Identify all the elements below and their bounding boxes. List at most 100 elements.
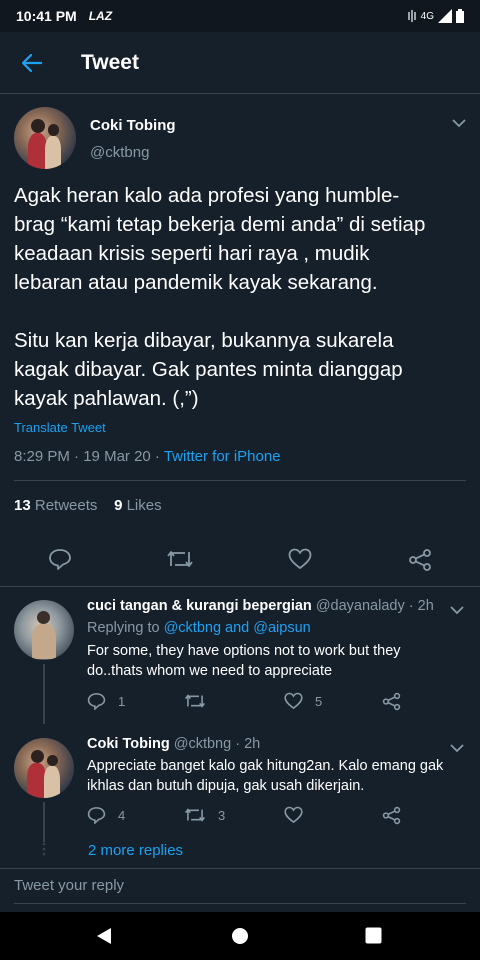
vibrate-icon: [408, 10, 416, 22]
likes-stat[interactable]: 9 Likes: [114, 497, 162, 514]
tweet-line: lebaran atau pandemik kayak sekarang.: [14, 271, 378, 294]
nav-back-button[interactable]: [96, 927, 112, 950]
tweet-stats: 13 Retweets 9 Likes: [14, 497, 162, 514]
chevron-down-icon: [450, 744, 464, 753]
reply-icon: [49, 549, 71, 570]
retweet-icon: [167, 551, 193, 567]
avatar[interactable]: [14, 600, 74, 660]
system-nav-bar: [0, 912, 480, 960]
network-type: 4G: [420, 10, 434, 22]
square-recents-icon: [365, 927, 382, 944]
reply-time: 2h: [244, 736, 261, 752]
retweets-count: 13: [14, 497, 31, 514]
back-button[interactable]: [0, 32, 64, 94]
translate-tweet-link[interactable]: Translate Tweet: [14, 420, 106, 435]
avatar[interactable]: [14, 107, 76, 169]
tweet-line: Agak heran kalo ada profesi yang humble-: [14, 184, 400, 207]
reply-menu-button[interactable]: [450, 602, 464, 620]
tweet-date: 19 Mar 20: [83, 448, 151, 465]
tweet-line: kagak dibayar. Gak pantes minta dianggap: [14, 358, 403, 381]
share-button[interactable]: [408, 548, 432, 572]
more-replies-link[interactable]: 2 more replies: [88, 842, 183, 859]
reply-icon: [87, 693, 106, 710]
nav-home-button[interactable]: [231, 927, 249, 950]
share-icon: [409, 549, 431, 571]
tweet-line: Situ kan kerja dibayar, bukannya sukarel…: [14, 329, 394, 352]
share-button[interactable]: [382, 692, 401, 711]
reply-icon: [87, 807, 106, 824]
carrier-label: LAZ: [88, 9, 113, 23]
share-button[interactable]: [382, 806, 401, 825]
reply-item[interactable]: cuci tangan & kurangi bepergian @dayanal…: [0, 596, 480, 724]
reply-header: Coki Tobing @cktbng · 2h: [87, 736, 261, 752]
retweets-label: Retweets: [34, 497, 98, 514]
heart-icon: [288, 548, 312, 570]
battery-icon: [456, 9, 464, 23]
retweet-button[interactable]: [166, 548, 194, 570]
reply-author-handle[interactable]: @cktbng: [174, 736, 231, 752]
reply-count: 4: [118, 807, 126, 823]
share-icon: [382, 806, 401, 825]
reply-line: Appreciate banget kalo gak hitung2an. Ka…: [87, 758, 444, 774]
home-circle-icon: [232, 928, 248, 944]
divider: [0, 586, 480, 587]
tweet-text: Agak heran kalo ada profesi yang humble-…: [14, 181, 469, 442]
status-time: 10:41 PM: [16, 8, 77, 24]
compose-reply-input[interactable]: Tweet your reply: [14, 877, 124, 894]
reply-line: For some, they have options not to work …: [87, 643, 401, 659]
reply-author-name[interactable]: Coki Tobing: [87, 736, 170, 752]
reply-item[interactable]: Coki Tobing @cktbng · 2h Appreciate bang…: [0, 734, 480, 842]
tweet-menu-button[interactable]: [452, 115, 466, 133]
author-handle[interactable]: @cktbng: [90, 144, 149, 161]
status-bar: 10:41 PM LAZ 4G: [0, 0, 480, 32]
app-bar: Tweet: [0, 32, 480, 94]
like-button[interactable]: 5: [284, 692, 322, 710]
page-title: Tweet: [81, 50, 139, 74]
likes-count: 9: [114, 497, 123, 514]
retweet-icon: [184, 694, 206, 708]
status-icons: 4G: [407, 9, 464, 23]
nav-recents-button[interactable]: [365, 927, 382, 949]
tweet-paragraph: Agak heran kalo ada profesi yang humble-…: [14, 181, 469, 297]
tweet-paragraph: Situ kan kerja dibayar, bukannya sukarel…: [14, 326, 469, 413]
reply-button[interactable]: 1: [87, 692, 125, 710]
replying-prefix: Replying to: [87, 620, 160, 636]
retweets-stat[interactable]: 13 Retweets: [14, 497, 97, 514]
signal-icon: [438, 9, 452, 23]
thread-dots: [42, 842, 46, 856]
divider: [14, 903, 466, 904]
replying-to: Replying to @cktbng and @aipsun: [87, 620, 311, 636]
chevron-down-icon: [450, 606, 464, 615]
like-count: 5: [315, 693, 323, 709]
thread-line: [43, 802, 45, 842]
retweet-button[interactable]: [184, 692, 206, 710]
thread-line: [43, 664, 45, 724]
reply-button[interactable]: 4: [87, 806, 125, 824]
like-button[interactable]: [284, 806, 303, 824]
tweet-meta: 8:29 PM · 19 Mar 20 · Twitter for iPhone: [14, 448, 281, 465]
triangle-back-icon: [97, 928, 111, 944]
heart-icon: [284, 806, 303, 824]
tweet-line: keadaan krisis seperti hari raya , mudik: [14, 242, 370, 265]
tweet-line: brag “kami tetap bekerja demi anda” di s…: [14, 213, 426, 236]
reply-button[interactable]: [48, 548, 72, 570]
tweet-source-link[interactable]: Twitter for iPhone: [164, 448, 281, 465]
like-button[interactable]: [288, 548, 312, 570]
reply-time: 2h: [417, 598, 434, 614]
avatar[interactable]: [14, 738, 74, 798]
reply-author-handle[interactable]: @dayanalady: [316, 598, 405, 614]
back-arrow-icon: [22, 53, 42, 72]
retweet-button[interactable]: 3: [184, 806, 225, 824]
tweet-actions: [0, 540, 480, 578]
reply-line: do..thats whom we need to appreciate: [87, 663, 333, 679]
tweet-line: kayak pahlawan. (,”): [14, 387, 199, 410]
reply-header: cuci tangan & kurangi bepergian @dayanal…: [87, 598, 434, 614]
replying-to-links[interactable]: @cktbng and @aipsun: [164, 620, 311, 636]
retweet-count: 3: [218, 807, 226, 823]
reply-author-name[interactable]: cuci tangan & kurangi bepergian: [87, 598, 312, 614]
author-name[interactable]: Coki Tobing: [90, 117, 176, 134]
reply-text: Appreciate banget kalo gak hitung2an. Ka…: [87, 756, 457, 796]
retweet-icon: [184, 808, 206, 822]
tweet-author: Coki Tobing @cktbng: [14, 107, 466, 171]
divider: [0, 868, 480, 869]
